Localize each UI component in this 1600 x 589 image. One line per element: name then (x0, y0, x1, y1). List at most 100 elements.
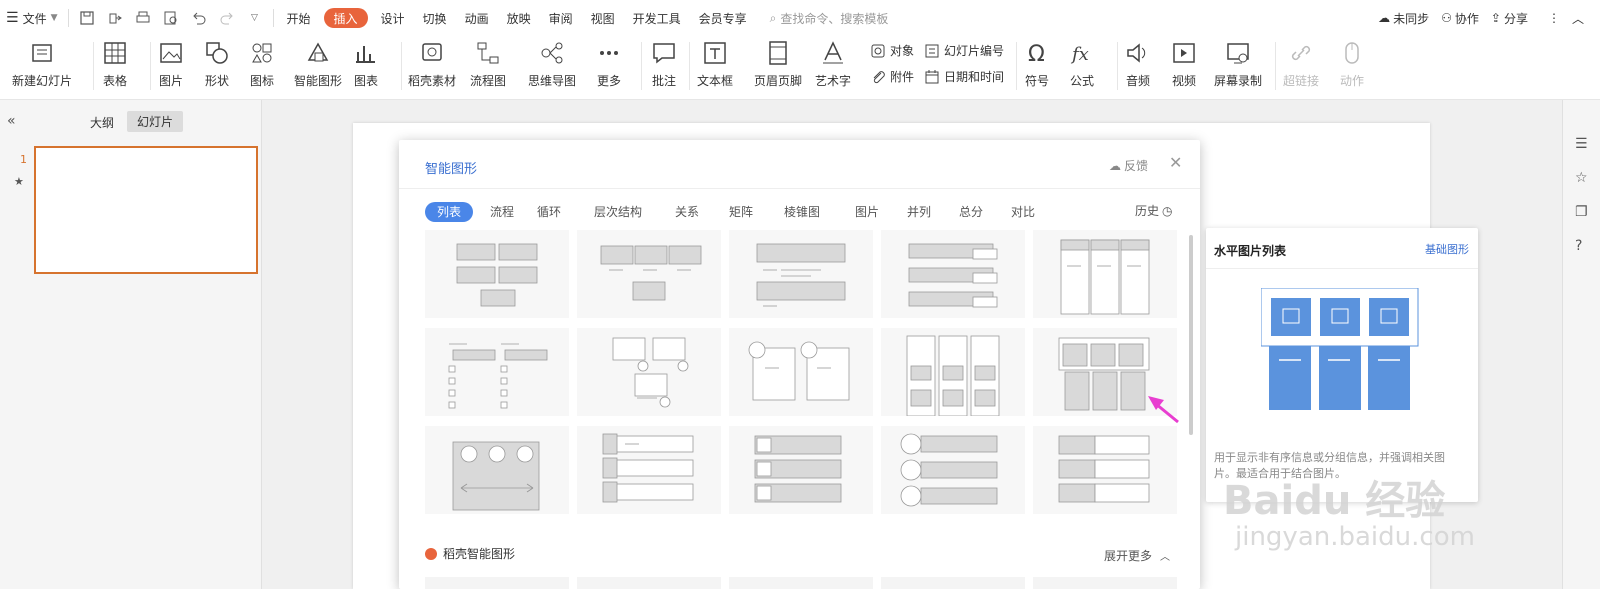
action-button[interactable]: 动作 (1339, 40, 1365, 89)
smartart-icon (307, 42, 329, 62)
tab-5[interactable]: 放映 (498, 0, 540, 36)
smartart-button[interactable]: 智能图形 (294, 40, 342, 89)
graphic-option[interactable] (425, 426, 569, 514)
new-slide-icon (32, 44, 52, 62)
print-icon[interactable] (133, 8, 153, 28)
slide-thumbnail[interactable] (34, 146, 258, 274)
template-card[interactable] (425, 577, 569, 589)
category-tab-0[interactable]: 列表 (425, 202, 474, 222)
graphic-option[interactable] (729, 426, 873, 514)
tab-3[interactable]: 切换 (414, 0, 456, 36)
print-preview-icon[interactable] (161, 8, 181, 28)
collaborate-button[interactable]: ⚇ 协作 (1441, 10, 1479, 27)
close-icon[interactable]: ✕ (1169, 153, 1182, 172)
category-tab-6[interactable]: 棱锥图 (784, 202, 820, 222)
template-card[interactable] (1033, 577, 1177, 589)
share-button[interactable]: ⇪ 分享 (1491, 10, 1528, 27)
category-tab-5[interactable]: 矩阵 (729, 202, 753, 222)
graphic-option[interactable] (729, 328, 873, 416)
template-card[interactable] (881, 577, 1025, 589)
picture-button[interactable]: 图片 (158, 40, 184, 89)
redo-icon[interactable] (217, 8, 237, 28)
settings-sliders-icon[interactable]: ☰ (1575, 136, 1588, 152)
category-tab-9[interactable]: 总分 (959, 202, 983, 222)
sync-status[interactable]: ☁ 未同步 (1378, 10, 1429, 27)
formula-icon: fx (1070, 44, 1089, 65)
command-search[interactable]: ⌕ 查找命令、搜索模板 (770, 10, 889, 27)
collapse-ribbon-icon[interactable]: ︿ (1572, 10, 1584, 27)
help-icon[interactable]: ? (1575, 238, 1582, 254)
tab-7[interactable]: 视图 (582, 0, 624, 36)
scrollbar[interactable] (1189, 235, 1193, 435)
wordart-button[interactable]: 艺术字 (815, 40, 851, 89)
attachment-button[interactable]: 附件 (870, 68, 914, 85)
file-menu[interactable]: ☰ 文件 ▼ (0, 0, 64, 36)
expand-more-button[interactable]: 展开更多 ︿ (1104, 547, 1170, 564)
video-button[interactable]: 视频 (1171, 40, 1197, 89)
header-footer-button[interactable]: 页眉页脚 (754, 40, 802, 89)
window-icon[interactable]: ❐ (1575, 204, 1588, 220)
category-tab-8[interactable]: 并列 (907, 202, 931, 222)
ribbon-tabs: 开始 插入 设计 切换 动画 放映 审阅 视图 开发工具 会员专享 (278, 0, 756, 36)
save-icon[interactable] (77, 8, 97, 28)
tab-0[interactable]: 开始 (278, 0, 320, 36)
category-tab-2[interactable]: 循环 (537, 202, 561, 222)
graphic-option[interactable] (729, 230, 873, 318)
graphic-option[interactable] (1033, 426, 1177, 514)
category-tab-7[interactable]: 图片 (855, 202, 879, 222)
more-button[interactable]: 更多 (596, 40, 622, 89)
tab-6[interactable]: 审阅 (540, 0, 582, 36)
tab-2[interactable]: 设计 (372, 0, 414, 36)
history-button[interactable]: 历史 ◷ (1135, 202, 1173, 219)
flowchart-button[interactable]: 流程图 (470, 40, 506, 89)
pin-icon[interactable]: ☆ (1575, 170, 1588, 186)
graphic-option[interactable] (425, 230, 569, 318)
graphic-option[interactable] (577, 426, 721, 514)
graphic-option[interactable] (425, 328, 569, 416)
graphic-option[interactable] (881, 328, 1025, 417)
datetime-button[interactable]: 日期和时间 (924, 68, 1004, 85)
undo-icon[interactable] (189, 8, 209, 28)
mindmap-button[interactable]: 思维导图 (528, 40, 576, 89)
slide-number-button[interactable]: 幻灯片编号 (924, 42, 1004, 59)
tab-slides[interactable]: 幻灯片 (127, 111, 184, 132)
material-button[interactable]: 稻壳素材 (408, 40, 456, 89)
hyperlink-button[interactable]: 超链接 (1283, 40, 1319, 89)
formula-button[interactable]: fx 公式 (1069, 40, 1095, 89)
graphic-option[interactable] (577, 328, 721, 416)
chart-button[interactable]: 图表 (353, 40, 379, 89)
template-card[interactable] (729, 577, 873, 589)
tab-outline[interactable]: 大纲 (90, 112, 114, 133)
new-slide-button[interactable]: 新建幻灯片 (12, 40, 72, 89)
customize-toolbar-icon[interactable]: ▽ (245, 8, 265, 28)
tab-4[interactable]: 动画 (456, 0, 498, 36)
template-card[interactable] (577, 577, 721, 589)
basic-graphic-link[interactable]: 基础图形 (1425, 241, 1469, 257)
tab-1[interactable]: 插入 (323, 8, 368, 28)
graphic-option[interactable] (1033, 230, 1177, 318)
screen-record-button[interactable]: 屏幕录制 (1214, 40, 1262, 89)
category-tab-3[interactable]: 层次结构 (594, 202, 642, 222)
table-button[interactable]: 表格 (102, 40, 128, 89)
graphic-option[interactable] (577, 230, 721, 318)
symbol-button[interactable]: Ω 符号 (1024, 40, 1050, 89)
category-tab-1[interactable]: 流程 (490, 202, 514, 222)
object-button[interactable]: 对象 (870, 42, 914, 59)
graphic-option[interactable] (881, 426, 1025, 514)
category-tab-4[interactable]: 关系 (675, 202, 699, 222)
graphic-option[interactable] (881, 230, 1025, 318)
shape-button[interactable]: 形状 (204, 40, 230, 89)
feedback-link[interactable]: ☁ 反馈 (1109, 157, 1148, 174)
textbox-button[interactable]: 文本框 (697, 40, 733, 89)
tab-9[interactable]: 会员专享 (690, 0, 756, 36)
collapse-panel-icon[interactable]: « (7, 113, 16, 129)
object-icon (871, 44, 885, 57)
comment-button[interactable]: 批注 (651, 40, 677, 89)
more-options-icon[interactable]: ⋮ (1548, 11, 1560, 25)
icon-button[interactable]: 图标 (249, 40, 275, 89)
export-icon[interactable] (105, 8, 125, 28)
video-icon (1173, 43, 1195, 63)
tab-8[interactable]: 开发工具 (624, 0, 690, 36)
category-tab-10[interactable]: 对比 (1011, 202, 1035, 222)
audio-button[interactable]: 音频 (1125, 40, 1151, 89)
